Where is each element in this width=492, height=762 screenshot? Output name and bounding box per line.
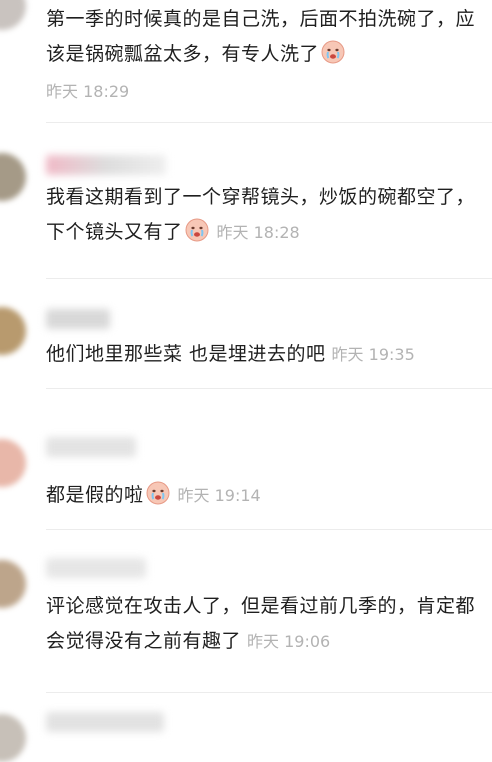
comment-item: 第一季的时候真的是自己洗，后面不拍洗碗了，应该是锅碗瓢盆太多，有专人洗了 昨天 … — [0, 0, 492, 123]
username[interactable] — [46, 309, 110, 329]
avatar[interactable] — [0, 560, 26, 608]
avatar[interactable] — [0, 307, 26, 355]
comment-item: 都是假的啦 昨天 19:14 — [0, 389, 492, 530]
comment-time: 昨天 19:06 — [247, 632, 331, 651]
comment-time: 昨天 19:14 — [177, 486, 261, 505]
username[interactable] — [46, 712, 164, 732]
avatar[interactable] — [0, 153, 26, 201]
comment-text: 都是假的啦 昨天 19:14 — [46, 478, 484, 513]
comment-text: 我看这期看到了一个穿帮镜头，炒饭的碗都空了，下个镜头又有了 昨天 18:28 — [46, 186, 476, 243]
comment-text: 他们地里那些菜 也是埋进去的吧 昨天 19:35 — [46, 343, 415, 365]
username[interactable] — [46, 155, 166, 175]
comment-time: 昨天 19:35 — [331, 345, 415, 364]
crying-face-icon — [185, 218, 209, 242]
username[interactable] — [46, 437, 136, 457]
avatar[interactable] — [0, 0, 26, 30]
divider — [46, 692, 492, 693]
comment-text: 评论感觉在攻击人了，但是看过前几季的，肯定都会觉得没有之前有趣了 昨天 19:06 — [46, 595, 476, 652]
username[interactable] — [46, 558, 146, 578]
avatar[interactable] — [0, 439, 26, 487]
crying-face-icon — [146, 481, 170, 505]
comment-time: 昨天 18:28 — [216, 223, 300, 242]
crying-face-icon — [321, 40, 345, 64]
comment-text: 第一季的时候真的是自己洗，后面不拍洗碗了，应该是锅碗瓢盆太多，有专人洗了 — [46, 8, 476, 65]
comment-item: 他们地里那些菜 也是埋进去的吧 昨天 19:35 — [0, 279, 492, 389]
comment-item — [0, 700, 492, 762]
avatar[interactable] — [0, 714, 26, 762]
comment-item: 评论感觉在攻击人了，但是看过前几季的，肯定都会觉得没有之前有趣了 昨天 19:06 — [0, 530, 492, 693]
comment-item: 我看这期看到了一个穿帮镜头，炒饭的碗都空了，下个镜头又有了 昨天 18:28 — [0, 123, 492, 279]
comment-time: 昨天 18:29 — [46, 82, 130, 101]
